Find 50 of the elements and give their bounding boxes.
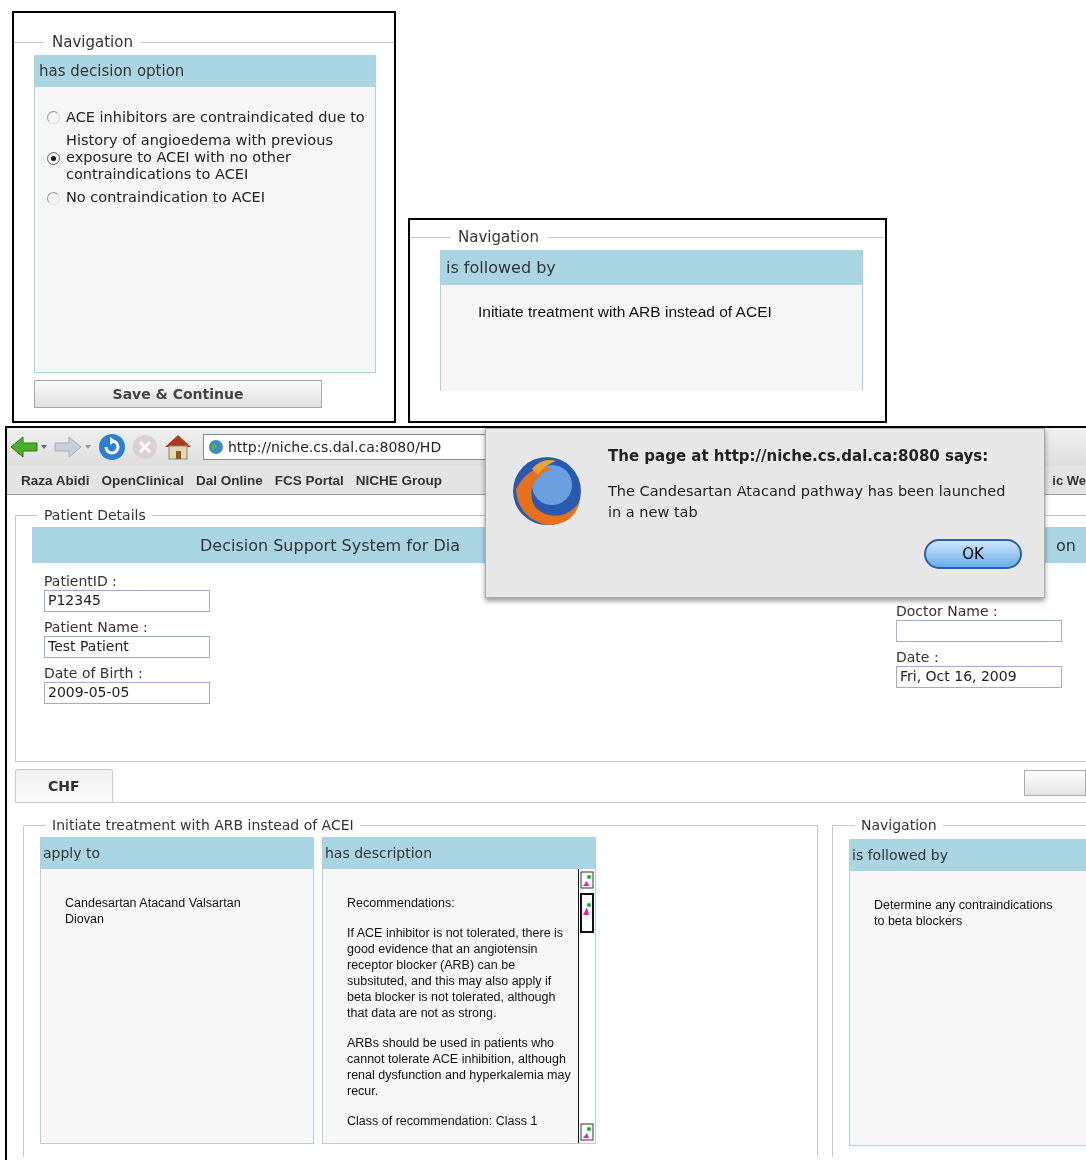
option-label: ACE inhibitors are contraindicated due to	[66, 109, 365, 126]
input-field[interactable]: Test Patient	[44, 636, 210, 658]
description-paragraph: Class of recommendation: Class 1	[347, 1113, 539, 1129]
description-paragraph: If ACE inhibitor is not tolerated, there is good evidence that an angiotensin receptor blocker (ARB) can be subsituted, and this may also apply if beta blocker is not tolerated, although that data are not as strong.	[347, 925, 565, 1021]
input-field[interactable]: 2009-05-05	[44, 682, 210, 704]
dialog-message: The Candesartan Atacand pathway has been launched in a new tab	[608, 482, 1007, 522]
input-field[interactable]: P12345	[44, 590, 210, 612]
tab[interactable]: CHF	[15, 769, 113, 802]
field-label: Doctor Name :	[896, 603, 999, 619]
input-field[interactable]	[896, 620, 1062, 642]
next-step-text: Determine any contraindications to beta blockers	[874, 897, 1054, 929]
description-paragraph: ARBs should be used in patients who cannot tolerate ACE inhibition, although renal dysfunction and hyperkalemia may recur.	[347, 1035, 572, 1099]
drug-list-text: Candesartan Atacand Valsartan Diovan	[65, 895, 242, 927]
save-continue-button[interactable]: Save & Continue	[34, 380, 322, 408]
fieldset-legend: Navigation	[44, 33, 141, 51]
field-label: Date of Birth :	[44, 665, 144, 681]
bookmark-link[interactable]: FCS Portal	[268, 472, 350, 488]
bookmark-link[interactable]: Dal Online	[190, 472, 269, 488]
panel-header: is followed by	[441, 251, 862, 285]
toolbar-button[interactable]	[1024, 770, 1086, 796]
bookmark-link[interactable]: OpenClinical	[95, 472, 191, 488]
option-label: History of angioedema with previous exposure to ACEI with no other contraindications to ACEI	[66, 132, 334, 183]
field-label: Date :	[896, 649, 940, 665]
fieldset-legend: Navigation	[450, 228, 547, 246]
field-label: PatientID :	[44, 573, 118, 589]
panel-header: has description	[323, 838, 595, 869]
home-icon[interactable]	[163, 433, 193, 461]
forward-arrow-icon[interactable]	[53, 434, 93, 460]
title-text: Decision Support System for Dia	[200, 535, 460, 555]
globe-icon	[208, 439, 224, 455]
scrollbar[interactable]	[578, 869, 595, 1143]
option-label: No contraindication to ACEI	[66, 189, 265, 206]
fieldset-legend: Initiate treatment with ARB instead of ACEI	[46, 817, 360, 833]
panel-header: is followed by	[850, 840, 1086, 871]
fieldset-legend: Navigation	[855, 817, 943, 833]
ok-button[interactable]: OK	[924, 539, 1022, 569]
bookmark-link[interactable]: Raza Abidi	[15, 472, 96, 488]
fieldset-legend: Patient Details	[38, 507, 152, 523]
bookmark-link[interactable]: ic We	[1052, 472, 1086, 488]
next-step-text: Initiate treatment with ARB instead of ACEI	[477, 302, 773, 320]
dialog-title: The page at http://niche.cs.dal.ca:8080 says:	[608, 447, 990, 465]
description-paragraph: Recommendations:	[347, 895, 456, 911]
field-label: Patient Name :	[44, 619, 149, 635]
bookmark-link[interactable]: NICHE Group	[349, 472, 449, 488]
panel-header: apply to	[41, 838, 313, 869]
panel-header: has decision option	[35, 56, 375, 87]
input-field[interactable]: Fri, Oct 16, 2009	[896, 666, 1062, 688]
title-text: on	[1056, 535, 1076, 555]
reload-icon[interactable]	[97, 432, 127, 462]
back-arrow-icon[interactable]	[9, 434, 49, 460]
